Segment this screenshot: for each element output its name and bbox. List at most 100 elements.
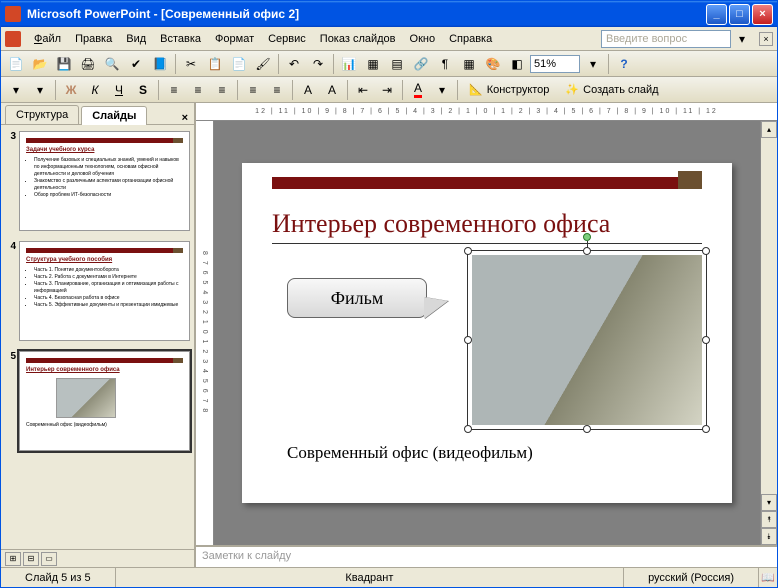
spelling-button[interactable]: ✔	[125, 53, 147, 75]
table-button[interactable]: ▦	[362, 53, 384, 75]
paste-button[interactable]: 📄	[228, 53, 250, 75]
increase-indent-button[interactable]: ⇥	[376, 79, 398, 101]
slide-canvas[interactable]: Интерьер современного офиса Фильм	[214, 121, 760, 545]
view-buttons: ⊞ ⊟ ▭	[1, 549, 194, 567]
increase-font-button[interactable]: A	[297, 79, 319, 101]
slide-caption[interactable]: Современный офис (видеофильм)	[287, 443, 533, 463]
notes-pane[interactable]: Заметки к слайду	[196, 545, 777, 567]
resize-handle-br[interactable]	[702, 425, 710, 433]
minimize-button[interactable]: _	[706, 4, 727, 25]
redo-button[interactable]: ↷	[307, 53, 329, 75]
next-slide-button[interactable]: ⯯	[761, 528, 777, 545]
menu-tools[interactable]: Сервис	[261, 31, 313, 47]
align-left-button[interactable]: ≡	[163, 79, 185, 101]
resize-handle-bc[interactable]	[583, 425, 591, 433]
app-icon	[5, 6, 21, 22]
menu-insert[interactable]: Вставка	[153, 31, 208, 47]
thumbnail-item[interactable]: 4 Структура учебного пособия Часть 1. По…	[5, 241, 190, 341]
callout-shape[interactable]: Фильм	[287, 278, 427, 318]
document-close-button[interactable]: ×	[759, 32, 773, 46]
status-template: Квадрант	[116, 568, 624, 587]
format-painter-button[interactable]: 🖌	[252, 53, 274, 75]
maximize-button[interactable]: □	[729, 4, 750, 25]
size-dropdown[interactable]: ▾	[29, 79, 51, 101]
rotate-handle[interactable]	[583, 233, 591, 241]
slideshow-view-button[interactable]: ▭	[41, 552, 57, 566]
italic-button[interactable]: К	[84, 79, 106, 101]
vertical-scrollbar[interactable]: ▴ ▾ ⯭ ⯯	[760, 121, 777, 545]
show-grid-button[interactable]: ▦	[458, 53, 480, 75]
resize-handle-tr[interactable]	[702, 247, 710, 255]
underline-button[interactable]: Ч	[108, 79, 130, 101]
horizontal-ruler[interactable]: 12 | 11 | 10 | 9 | 8 | 7 | 6 | 5 | 4 | 3…	[196, 103, 777, 121]
scroll-track[interactable]	[761, 138, 777, 494]
font-color-dropdown[interactable]: ▾	[431, 79, 453, 101]
new-button[interactable]: 📄	[5, 53, 27, 75]
thumb-number: 4	[5, 241, 19, 341]
bullets-button[interactable]: ≡	[266, 79, 288, 101]
new-slide-button[interactable]: ✨ Создать слайд	[558, 79, 665, 101]
menu-edit[interactable]: Правка	[68, 31, 119, 47]
grayscale-button[interactable]: ◧	[506, 53, 528, 75]
copy-button[interactable]: 📋	[204, 53, 226, 75]
chart-button[interactable]: 📊	[338, 53, 360, 75]
statusbar: Слайд 5 из 5 Квадрант русский (Россия) 📖	[1, 567, 777, 587]
align-right-button[interactable]: ≡	[211, 79, 233, 101]
color-button[interactable]: 🎨	[482, 53, 504, 75]
scroll-down-button[interactable]: ▾	[761, 494, 777, 511]
zoom-input[interactable]: 51%	[530, 55, 580, 73]
hyperlink-button[interactable]: 🔗	[410, 53, 432, 75]
shadow-button[interactable]: S	[132, 79, 154, 101]
decrease-indent-button[interactable]: ⇤	[352, 79, 374, 101]
close-button[interactable]: ×	[752, 4, 773, 25]
menu-format[interactable]: Формат	[208, 31, 261, 47]
open-button[interactable]: 📂	[29, 53, 51, 75]
resize-handle-tc[interactable]	[583, 247, 591, 255]
menu-help[interactable]: Справка	[442, 31, 499, 47]
panel-close-button[interactable]: ×	[182, 112, 188, 124]
menu-file[interactable]: ФФайлайл	[27, 31, 68, 47]
help-button[interactable]: ?	[613, 53, 635, 75]
font-color-button[interactable]: A	[407, 79, 429, 101]
resize-handle-bl[interactable]	[464, 425, 472, 433]
cut-button[interactable]: ✂	[180, 53, 202, 75]
save-button[interactable]: 💾	[53, 53, 75, 75]
status-spellcheck-icon[interactable]: 📖	[759, 568, 777, 587]
resize-handle-ml[interactable]	[464, 336, 472, 344]
thumbnail-item[interactable]: 5 Интерьер современного офиса Современны…	[5, 351, 190, 451]
sorter-view-button[interactable]: ⊟	[23, 552, 39, 566]
help-question-input[interactable]: Введите вопрос	[601, 30, 731, 48]
font-dropdown[interactable]: ▾	[5, 79, 27, 101]
scroll-up-button[interactable]: ▴	[761, 121, 777, 138]
resize-handle-mr[interactable]	[702, 336, 710, 344]
menu-view[interactable]: Вид	[119, 31, 153, 47]
normal-view-button[interactable]: ⊞	[5, 552, 21, 566]
designer-button[interactable]: 📐 Конструктор	[462, 79, 556, 101]
research-button[interactable]: 📘	[149, 53, 171, 75]
align-center-button[interactable]: ≡	[187, 79, 209, 101]
prev-slide-button[interactable]: ⯭	[761, 511, 777, 528]
slide-title[interactable]: Интерьер современного офиса	[272, 209, 702, 239]
menu-window[interactable]: Окно	[403, 31, 443, 47]
slide[interactable]: Интерьер современного офиса Фильм	[242, 163, 732, 503]
expand-all-button[interactable]: ¶	[434, 53, 456, 75]
powerpoint-icon[interactable]	[5, 31, 21, 47]
print-preview-button[interactable]: 🔍	[101, 53, 123, 75]
undo-button[interactable]: ↶	[283, 53, 305, 75]
resize-handle-tl[interactable]	[464, 247, 472, 255]
zoom-dropdown[interactable]: ▾	[582, 53, 604, 75]
print-button[interactable]: 🖨	[77, 53, 99, 75]
selection-frame[interactable]	[467, 250, 707, 430]
tab-structure[interactable]: Структура	[5, 105, 79, 124]
thumbnail-item[interactable]: 3 Задачи учебного курса Получение базовы…	[5, 131, 190, 231]
bold-button[interactable]: Ж	[60, 79, 82, 101]
vertical-ruler[interactable]: 8 7 6 5 4 3 2 1 0 1 2 3 4 5 6 7 8	[196, 121, 214, 545]
question-dropdown[interactable]: ▾	[731, 28, 753, 50]
thumbnail-list: 3 Задачи учебного курса Получение базовы…	[1, 125, 194, 549]
status-language[interactable]: русский (Россия)	[624, 568, 759, 587]
menu-slideshow[interactable]: Показ слайдов	[313, 31, 403, 47]
numbering-button[interactable]: ≡	[242, 79, 264, 101]
tab-slides[interactable]: Слайды	[81, 106, 147, 125]
tables-borders-button[interactable]: ▤	[386, 53, 408, 75]
decrease-font-button[interactable]: A	[321, 79, 343, 101]
